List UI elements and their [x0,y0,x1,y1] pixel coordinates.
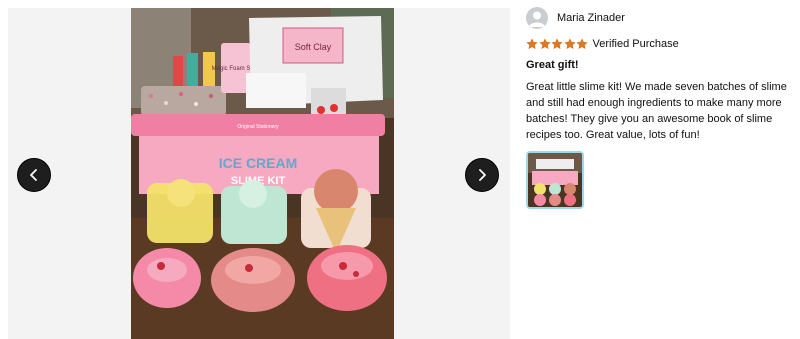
star-icon [526,38,538,49]
review-body: Great little slime kit! We made seven ba… [526,81,787,141]
review-thumbnail[interactable] [526,151,584,209]
image-gallery: Magic Foam Soap Soft Clay Original Stati… [8,8,510,339]
clay-label: Soft Clay [295,42,332,52]
previous-image-button[interactable] [17,158,51,192]
star-rating [526,38,589,50]
review-title: Great gift! [526,59,579,71]
slime-kit-photo: Magic Foam Soap Soft Clay Original Stati… [131,8,394,339]
user-icon [529,11,545,27]
next-image-button[interactable] [465,158,499,192]
star-icon [551,38,563,49]
reviewer-profile[interactable]: Maria Zinader [526,6,794,30]
chevron-left-icon [30,169,37,181]
verified-purchase-badge: Verified Purchase [592,38,679,50]
star-icon [576,38,588,49]
reviewer-name: Maria Zinader [557,12,625,24]
thumbnail-image [528,153,582,207]
star-icon [563,38,576,49]
review-photo: Magic Foam Soap Soft Clay Original Stati… [131,8,394,339]
rating-row: Verified Purchase [526,37,794,51]
tub-label-line1: ICE CREAM [219,155,298,171]
review-panel: Maria Zinader Verified Purchase Great gi… [526,6,794,209]
star-icon [538,38,551,49]
tub-top-label: Original Stationery [237,124,279,130]
chevron-right-icon [479,169,486,181]
avatar [526,7,548,29]
